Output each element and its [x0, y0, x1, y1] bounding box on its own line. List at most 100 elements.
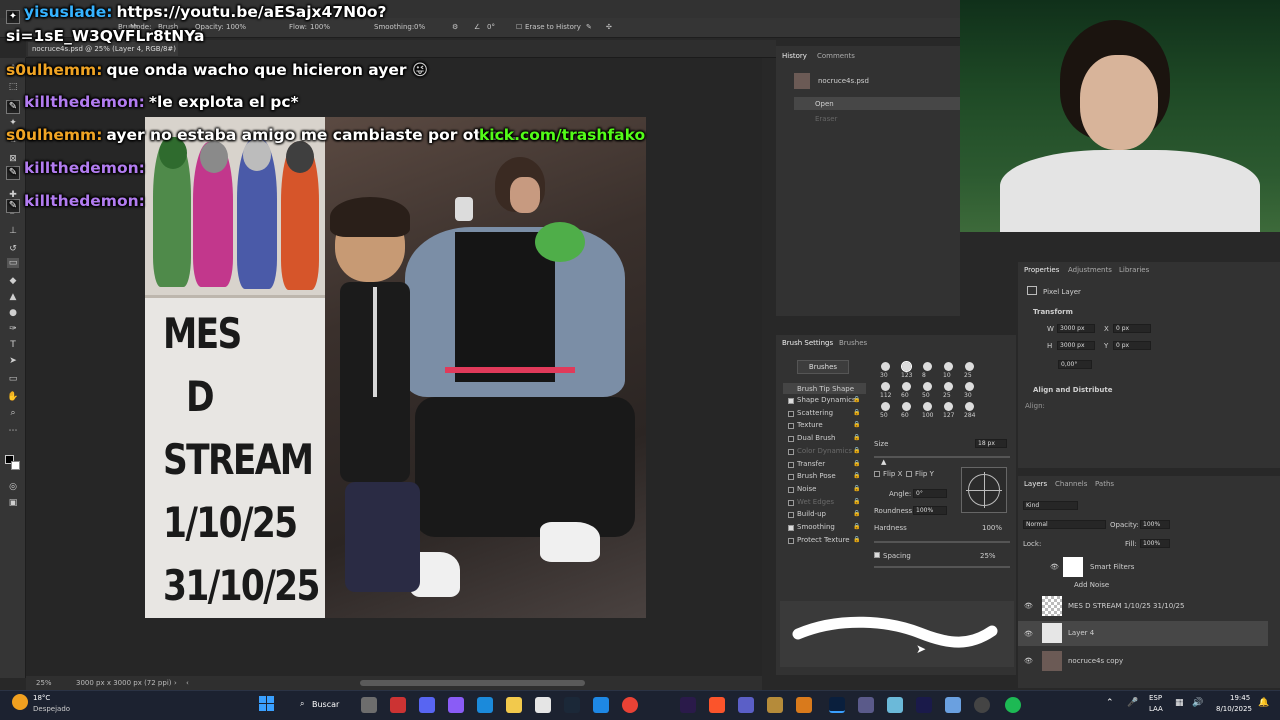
app-icon[interactable]: [887, 697, 903, 713]
size-field[interactable]: 18 px: [975, 439, 1007, 448]
more-tools-icon[interactable]: ⋯: [7, 426, 19, 436]
brush-option-checkbox[interactable]: [788, 525, 794, 531]
weather-desc[interactable]: Despejado: [33, 705, 70, 713]
brush-option-label[interactable]: Build-up: [797, 510, 826, 518]
path-select-icon[interactable]: ➤: [7, 356, 19, 366]
app-icon[interactable]: [858, 697, 874, 713]
taskbar-search-label[interactable]: Buscar: [312, 700, 339, 709]
tab-paths[interactable]: Paths: [1095, 480, 1114, 488]
brush-option-checkbox[interactable]: [788, 512, 794, 518]
chevron-right-icon[interactable]: ›: [174, 679, 177, 687]
brush-tip-preset[interactable]: [965, 402, 974, 411]
taskbar-search-icon[interactable]: ⌕: [300, 699, 304, 709]
screen-mode-icon[interactable]: ▣: [7, 498, 19, 508]
file-explorer-icon[interactable]: [506, 697, 522, 713]
brush-tip-preset[interactable]: [944, 382, 953, 391]
quick-mask-icon[interactable]: ◎: [7, 482, 19, 492]
brush-tip-preset[interactable]: [923, 402, 932, 411]
microphone-icon[interactable]: 🎤: [1127, 698, 1138, 708]
edge-icon[interactable]: [477, 697, 493, 713]
brush-option-checkbox[interactable]: [788, 411, 794, 417]
weather-icon[interactable]: [12, 694, 28, 710]
hand-tool-icon[interactable]: ✋: [7, 392, 19, 402]
after-effects-icon[interactable]: [916, 697, 932, 713]
brush-option-label[interactable]: Wet Edges: [797, 498, 834, 506]
windows-start-icon[interactable]: [259, 696, 275, 712]
brush-option-checkbox[interactable]: [788, 449, 794, 455]
x-field[interactable]: 0 px: [1113, 324, 1151, 333]
clock-date[interactable]: 8/10/2025: [1216, 705, 1252, 713]
app-icon[interactable]: [767, 697, 783, 713]
spacing-checkbox[interactable]: [874, 552, 880, 558]
mail-icon[interactable]: [593, 697, 609, 713]
brush-tip-preset[interactable]: [881, 402, 890, 411]
task-view-icon[interactable]: [361, 697, 377, 713]
snapshot-name[interactable]: nocruce4s.psd: [818, 77, 869, 85]
brush-tip-preset[interactable]: [881, 382, 890, 391]
teams-icon[interactable]: [738, 697, 754, 713]
transform-heading[interactable]: Transform: [1033, 308, 1073, 316]
zoom-readout[interactable]: 25%: [36, 679, 52, 687]
tab-layers[interactable]: Layers: [1024, 480, 1047, 488]
steam-icon[interactable]: [564, 697, 580, 713]
visibility-eye-icon[interactable]: 👁: [1024, 657, 1033, 665]
lock-icon[interactable]: 🔒: [853, 498, 860, 505]
lock-icon[interactable]: 🔒: [853, 510, 860, 517]
visibility-eye-icon[interactable]: 👁: [1024, 602, 1033, 610]
brush-option-checkbox[interactable]: [788, 500, 794, 506]
tab-channels[interactable]: Channels: [1055, 480, 1087, 488]
brushes-button[interactable]: Brushes: [797, 360, 849, 374]
app-icon[interactable]: [945, 697, 961, 713]
app-icon[interactable]: [796, 697, 812, 713]
lock-icon[interactable]: 🔒: [853, 409, 860, 416]
paint-bucket-icon[interactable]: ◆: [7, 276, 19, 286]
flow-value[interactable]: 100%: [310, 23, 330, 31]
brush-option-checkbox[interactable]: [788, 398, 794, 404]
history-item-eraser-label[interactable]: Eraser: [815, 115, 837, 123]
hardness-value[interactable]: 100%: [982, 524, 1002, 532]
visibility-eye-icon[interactable]: 👁: [1024, 630, 1033, 638]
tab-adjustments[interactable]: Adjustments: [1068, 266, 1112, 274]
artboard[interactable]: MES D STREAM 1/10/25 31/10/25: [145, 117, 646, 618]
lock-icon[interactable]: 🔒: [853, 421, 860, 428]
chevron-left-icon[interactable]: ‹: [186, 679, 189, 687]
brush-tip-preset[interactable]: [923, 362, 932, 371]
brush-option-label[interactable]: Scattering: [797, 409, 833, 417]
layer-add-noise[interactable]: Add Noise: [1074, 581, 1109, 589]
discord-icon[interactable]: [419, 697, 435, 713]
brush-tip-preset[interactable]: [902, 382, 911, 391]
history-brush-icon[interactable]: ↺: [7, 244, 19, 254]
brush-option-checkbox[interactable]: [788, 423, 794, 429]
tab-properties[interactable]: Properties: [1024, 266, 1059, 274]
symmetry-icon[interactable]: ✣: [606, 23, 612, 31]
roundness-field[interactable]: 100%: [913, 506, 947, 515]
lock-icon[interactable]: 🔒: [853, 536, 860, 543]
notification-icon[interactable]: 🔔: [1258, 698, 1269, 708]
flip-x-checkbox[interactable]: [874, 471, 880, 477]
tab-libraries[interactable]: Libraries: [1119, 266, 1149, 274]
pen-tool-icon[interactable]: ✑: [7, 324, 19, 334]
dodge-tool-icon[interactable]: ●: [7, 308, 19, 318]
photoshop-icon[interactable]: [829, 697, 845, 713]
height-field[interactable]: 3000 px: [1057, 341, 1095, 350]
store-icon[interactable]: [535, 697, 551, 713]
language-bottom[interactable]: LAA: [1149, 705, 1163, 713]
layer-filter-kind[interactable]: Kind: [1023, 501, 1078, 510]
size-slider-handle[interactable]: ▲: [881, 458, 886, 466]
visibility-eye-icon[interactable]: 👁: [1050, 563, 1059, 571]
brave-icon[interactable]: [709, 697, 725, 713]
brush-option-label[interactable]: Color Dynamics: [797, 447, 852, 455]
brush-option-checkbox[interactable]: [788, 538, 794, 544]
width-field[interactable]: 3000 px: [1057, 324, 1095, 333]
weather-temp[interactable]: 18°C: [33, 694, 50, 702]
brush-option-label[interactable]: Dual Brush: [797, 434, 836, 442]
size-slider[interactable]: [874, 456, 1010, 458]
spacing-value[interactable]: 25%: [980, 552, 996, 560]
horizontal-scrollbar[interactable]: [360, 680, 585, 686]
brush-option-checkbox[interactable]: [788, 474, 794, 480]
spotify-icon[interactable]: [1005, 697, 1021, 713]
app-icon[interactable]: [390, 697, 406, 713]
network-icon[interactable]: ▦: [1175, 698, 1184, 708]
gear-icon[interactable]: ⚙: [452, 23, 458, 31]
brush-tip-preset[interactable]: [965, 362, 974, 371]
